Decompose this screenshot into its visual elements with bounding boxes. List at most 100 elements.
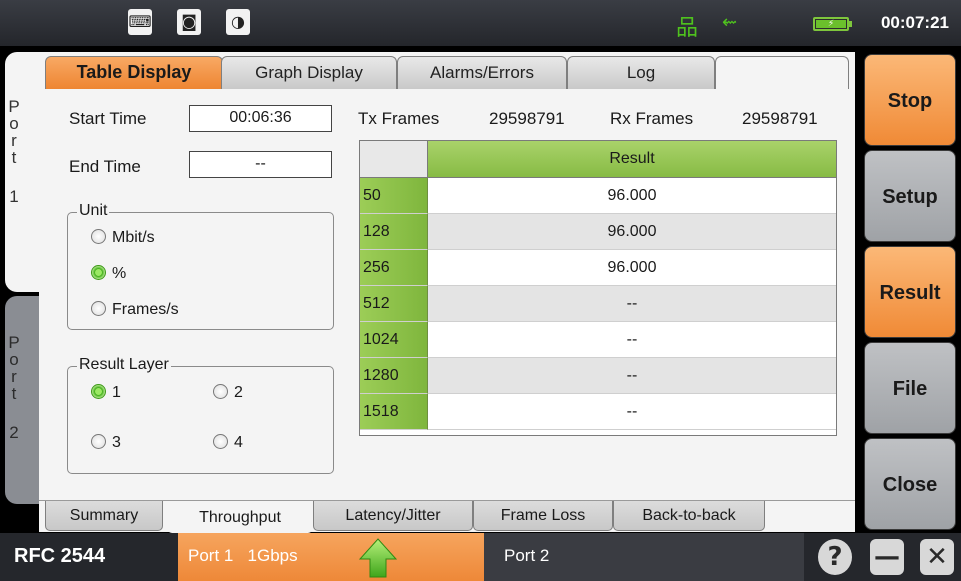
subtab-latency-jitter[interactable]: Latency/Jitter [313, 501, 473, 531]
radio-icon [91, 434, 106, 449]
table-row[interactable]: 1518 -- [360, 394, 836, 430]
table-header-result: Result [428, 141, 836, 178]
result-cell: 96.000 [428, 250, 836, 286]
layer-option-label: 4 [234, 434, 243, 451]
unit-option-label: % [112, 265, 127, 282]
subtab-throughput[interactable]: Throughput [167, 501, 313, 533]
contrast-icon[interactable]: ◑ [226, 9, 250, 35]
port1-letter: r [11, 131, 17, 150]
table-row[interactable]: 256 96.000 [360, 250, 836, 286]
radio-selected-icon [91, 265, 106, 280]
usb-icon: ⇜ [722, 12, 738, 33]
subtab-back-to-back[interactable]: Back-to-back [613, 501, 765, 531]
layer-option-label: 2 [234, 384, 243, 401]
port2-letter: P [8, 333, 20, 352]
unit-option-percent[interactable]: % [91, 265, 126, 283]
unit-option-frames[interactable]: Frames/s [91, 301, 179, 319]
radio-icon [91, 301, 106, 316]
result-cell: 96.000 [428, 214, 836, 250]
subtab-frame-loss[interactable]: Frame Loss [473, 501, 613, 531]
end-time-value: -- [189, 151, 332, 178]
end-time-label: End Time [69, 157, 141, 176]
file-button[interactable]: File [864, 342, 956, 434]
port2-status[interactable]: Port 2 [484, 533, 804, 581]
layer-option-4[interactable]: 4 [213, 434, 243, 452]
screenshot-icon[interactable]: ◙ [177, 9, 201, 35]
rx-frames-value: 29598791 [742, 109, 818, 128]
close-button[interactable]: Close [864, 438, 956, 530]
result-layer-group [67, 366, 334, 474]
unit-option-mbits[interactable]: Mbit/s [91, 229, 155, 247]
help-icon[interactable]: ? [818, 539, 852, 575]
port2-number: 2 [9, 423, 19, 442]
unit-option-label: Frames/s [112, 301, 179, 318]
result-cell: 96.000 [428, 178, 836, 214]
port1-letter: P [8, 97, 20, 116]
result-cell: -- [428, 394, 836, 430]
port2-letter: o [9, 350, 19, 369]
view-tabs: Table Display Graph Display Alarms/Error… [39, 56, 855, 89]
port2-tab[interactable]: P o r t 2 [5, 296, 39, 504]
port2-letter: r [11, 367, 17, 386]
port1-letter: t [11, 148, 17, 167]
frame-size-cell: 512 [360, 286, 428, 322]
tab-alarms-errors[interactable]: Alarms/Errors [397, 56, 567, 89]
main-panel: Table Display Graph Display Alarms/Error… [39, 52, 855, 533]
tx-frames-label: Tx Frames [358, 109, 440, 128]
subtab-summary[interactable]: Summary [45, 501, 163, 531]
port2-label: Port 2 [504, 546, 550, 565]
result-table: Result 50 96.000 128 96.000 256 96.000 5… [359, 140, 837, 436]
start-time-value: 00:06:36 [189, 105, 332, 132]
battery-icon: ⚡ [813, 17, 852, 31]
radio-icon [91, 229, 106, 244]
layer-option-3[interactable]: 3 [91, 434, 121, 452]
frame-size-cell: 1024 [360, 322, 428, 358]
port2-letter: t [11, 384, 17, 403]
unit-option-label: Mbit/s [112, 229, 155, 246]
table-row[interactable]: 128 96.000 [360, 214, 836, 250]
radio-icon [213, 434, 228, 449]
tab-log[interactable]: Log [567, 56, 715, 89]
keyboard-icon[interactable]: ⌨ [128, 9, 152, 35]
unit-group-title: Unit [77, 202, 110, 220]
tab-empty [715, 56, 849, 89]
setup-button[interactable]: Setup [864, 150, 956, 242]
port1-speed: 1Gbps [247, 546, 298, 565]
layer-option-1[interactable]: 1 [91, 384, 121, 402]
result-cell: -- [428, 358, 836, 394]
test-subtabs: Summary Throughput Latency/Jitter Frame … [39, 500, 855, 533]
port1-letter: o [9, 114, 19, 133]
network-icon: 品 [676, 16, 699, 41]
frame-size-cell: 50 [360, 178, 428, 214]
close-icon[interactable]: ✕ [920, 539, 954, 575]
traffic-up-arrow-icon [358, 538, 398, 578]
table-row[interactable]: 512 -- [360, 286, 836, 322]
frame-size-cell: 256 [360, 250, 428, 286]
result-button[interactable]: Result [864, 246, 956, 338]
frame-size-cell: 128 [360, 214, 428, 250]
frame-size-cell: 1518 [360, 394, 428, 430]
table-row[interactable]: 50 96.000 [360, 178, 836, 214]
result-layer-title: Result Layer [77, 356, 171, 374]
test-mode-label: RFC 2544 [14, 545, 106, 567]
bottom-bar: RFC 2544 Port 1 1Gbps Port 2 ? — ✕ [0, 533, 961, 581]
table-row[interactable]: 1280 -- [360, 358, 836, 394]
port1-tab[interactable]: P o r t 1 [5, 52, 39, 292]
minimize-icon[interactable]: — [870, 539, 904, 575]
stop-button[interactable]: Stop [864, 54, 956, 146]
tab-table-display[interactable]: Table Display [45, 56, 223, 89]
result-cell: -- [428, 286, 836, 322]
port1-status-text: Port 1 1Gbps [188, 546, 298, 566]
tab-graph-display[interactable]: Graph Display [221, 56, 397, 89]
layer-option-2[interactable]: 2 [213, 384, 243, 402]
layer-option-label: 1 [112, 384, 121, 401]
rx-frames-label: Rx Frames [610, 109, 694, 128]
status-bar: ⌨ ◙ ◑ 品 ⇜ ⚡ 00:07:21 [0, 0, 961, 46]
table-row[interactable]: 1024 -- [360, 322, 836, 358]
start-time-label: Start Time [69, 109, 147, 128]
layer-option-label: 3 [112, 434, 121, 451]
port1-status[interactable]: Port 1 1Gbps [178, 533, 484, 581]
port1-label: Port 1 [188, 546, 234, 565]
clock: 00:07:21 [880, 13, 949, 32]
radio-selected-icon [91, 384, 106, 399]
